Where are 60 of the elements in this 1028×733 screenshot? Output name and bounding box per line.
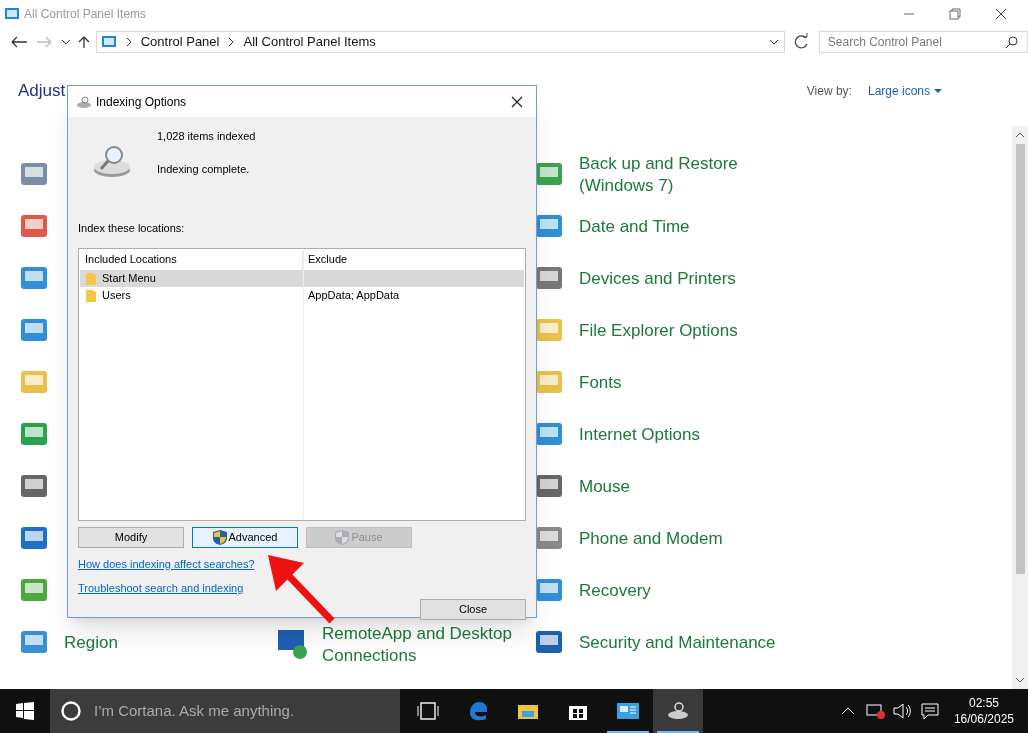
help-link[interactable]: How does indexing affect searches? bbox=[78, 555, 255, 572]
control-panel-item-link[interactable]: Date and Time bbox=[579, 216, 779, 238]
exclude-value: AppData; AppData bbox=[307, 287, 400, 303]
address-bar[interactable]: Control Panel All Control Panel Items bbox=[95, 31, 785, 53]
list-row[interactable]: Users AppData; AppData bbox=[80, 286, 524, 304]
clock[interactable]: 02:55 16/06/2025 bbox=[953, 695, 1014, 727]
control-panel-item-link[interactable]: RemoteApp and Desktop Connections bbox=[322, 623, 512, 667]
cortana-circle-icon bbox=[60, 700, 82, 722]
scrollbar[interactable] bbox=[1012, 126, 1028, 689]
view-by-label: View by: bbox=[806, 83, 852, 100]
folder-icon bbox=[86, 271, 96, 285]
folder-icon bbox=[86, 288, 96, 302]
index-status: Indexing complete. bbox=[157, 161, 251, 177]
chevron-right-icon bbox=[227, 36, 236, 48]
page-heading: Adjust bbox=[18, 80, 66, 103]
list-row[interactable]: Start Menu bbox=[80, 269, 524, 287]
dialog-button[interactable]: Advanced bbox=[192, 526, 298, 548]
control-panel-item-link[interactable]: Fonts bbox=[579, 372, 779, 394]
refresh-icon[interactable] bbox=[792, 33, 811, 51]
cortana-search-field[interactable]: I’m Cortana. Ask me anything. bbox=[50, 689, 400, 733]
dialog-button[interactable]: Modify bbox=[78, 526, 184, 548]
help-link[interactable]: Troubleshoot search and indexing bbox=[78, 580, 244, 597]
dialog-title: Indexing Options bbox=[96, 93, 187, 111]
control-panel-icon bbox=[100, 34, 117, 50]
locations-label: Index these locations: bbox=[78, 221, 186, 236]
chevron-down-icon bbox=[1015, 675, 1025, 685]
chevron-up-icon bbox=[1015, 130, 1025, 140]
location-name: Users bbox=[102, 287, 131, 303]
control-panel-item-link[interactable]: Back up and Restore (Windows 7) bbox=[579, 153, 779, 197]
control-panel-item-link[interactable]: Security and Maintenance bbox=[579, 632, 779, 654]
control-panel-item-link[interactable]: Mouse bbox=[579, 476, 779, 498]
control-panel-icon bbox=[4, 6, 20, 22]
pointer-arrow bbox=[266, 553, 336, 625]
clock-time: 02:55 bbox=[968, 695, 999, 711]
control-panel-item-link[interactable]: Internet Options bbox=[579, 424, 779, 446]
chevron-right-icon bbox=[124, 36, 133, 48]
control-panel-item-link[interactable]: File Explorer Options bbox=[579, 320, 779, 342]
window-title: All Control Panel Items bbox=[24, 6, 147, 23]
windows-logo-icon bbox=[16, 702, 34, 720]
control-panel-item-link[interactable]: Devices and Printers bbox=[579, 268, 779, 290]
clock-date: 16/06/2025 bbox=[953, 711, 1014, 727]
control-panel-item-link[interactable]: Region bbox=[64, 632, 118, 654]
speaker-icon[interactable] bbox=[891, 702, 912, 720]
search-icon bbox=[1005, 35, 1019, 49]
breadcrumb-item[interactable]: Control Panel bbox=[140, 32, 220, 52]
view-by-dropdown[interactable]: Large icons bbox=[867, 82, 942, 100]
control-panel-item-link[interactable]: Recovery bbox=[579, 580, 779, 602]
network-error-icon[interactable] bbox=[865, 702, 886, 720]
control-panel-item-link[interactable]: Phone and Modem bbox=[579, 528, 779, 550]
caret-down-icon bbox=[934, 88, 942, 94]
search-placeholder: I’m Cortana. Ask me anything. bbox=[94, 700, 295, 721]
close-button[interactable]: Close bbox=[420, 598, 526, 620]
column-header[interactable]: Exclude bbox=[303, 251, 348, 268]
location-name: Start Menu bbox=[102, 270, 156, 286]
taskbar-app-button[interactable] bbox=[653, 689, 703, 733]
index-count: 1,028 items indexed bbox=[157, 129, 256, 144]
breadcrumb-item[interactable]: All Control Panel Items bbox=[243, 32, 376, 52]
search-placeholder: Search Control Panel bbox=[827, 34, 943, 51]
notification-icon[interactable] bbox=[919, 702, 940, 720]
search-field[interactable]: Search Control Panel bbox=[818, 31, 1028, 53]
